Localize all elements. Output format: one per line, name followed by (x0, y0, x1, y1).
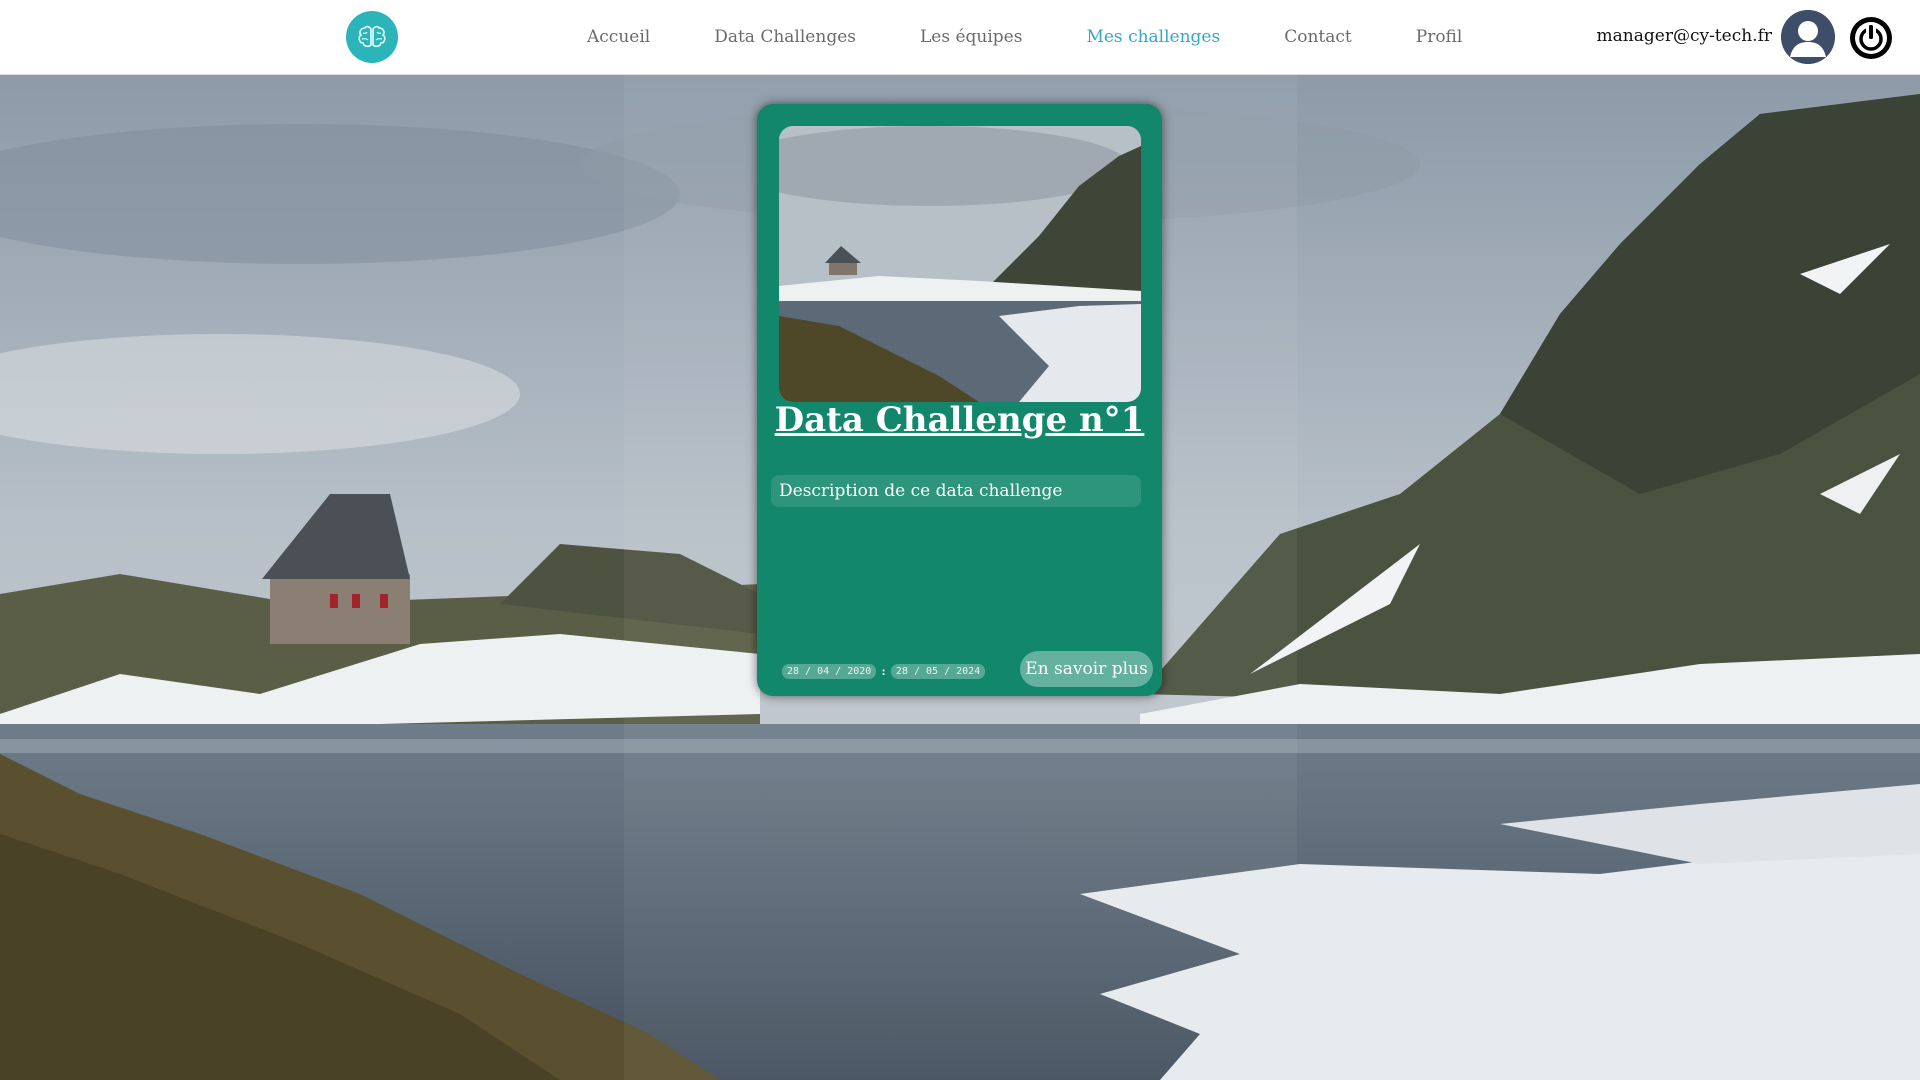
challenge-dates: 28 / 04 / 2020 : 28 / 05 / 2024 (782, 664, 986, 679)
nav-link-accueil[interactable]: Accueil (587, 27, 650, 47)
nav-link-data-challenges[interactable]: Data Challenges (714, 27, 856, 47)
user-avatar-icon[interactable] (1781, 10, 1835, 64)
nav-link-les-equipes[interactable]: Les équipes (920, 27, 1022, 47)
challenge-title[interactable]: Data Challenge n°1 (757, 400, 1162, 440)
learn-more-button[interactable]: En savoir plus (1020, 651, 1153, 687)
nav-link-contact[interactable]: Contact (1284, 27, 1352, 47)
challenge-image (779, 126, 1141, 402)
challenge-card: Data Challenge n°1 Description de ce dat… (757, 104, 1162, 696)
start-date: 28 / 04 / 2020 (782, 664, 877, 679)
nav-link-mes-challenges[interactable]: Mes challenges (1086, 27, 1220, 47)
main-nav: Accueil Data Challenges Les équipes Mes … (555, 0, 1494, 74)
brain-logo-icon[interactable] (346, 11, 398, 63)
end-date: 28 / 05 / 2024 (890, 664, 986, 679)
user-email: manager@cy-tech.fr (1596, 26, 1772, 46)
top-navbar: Accueil Data Challenges Les équipes Mes … (0, 0, 1920, 75)
challenge-description: Description de ce data challenge (771, 475, 1141, 507)
date-separator: : (880, 665, 887, 678)
nav-link-profil[interactable]: Profil (1416, 27, 1463, 47)
power-icon[interactable] (1849, 16, 1893, 60)
